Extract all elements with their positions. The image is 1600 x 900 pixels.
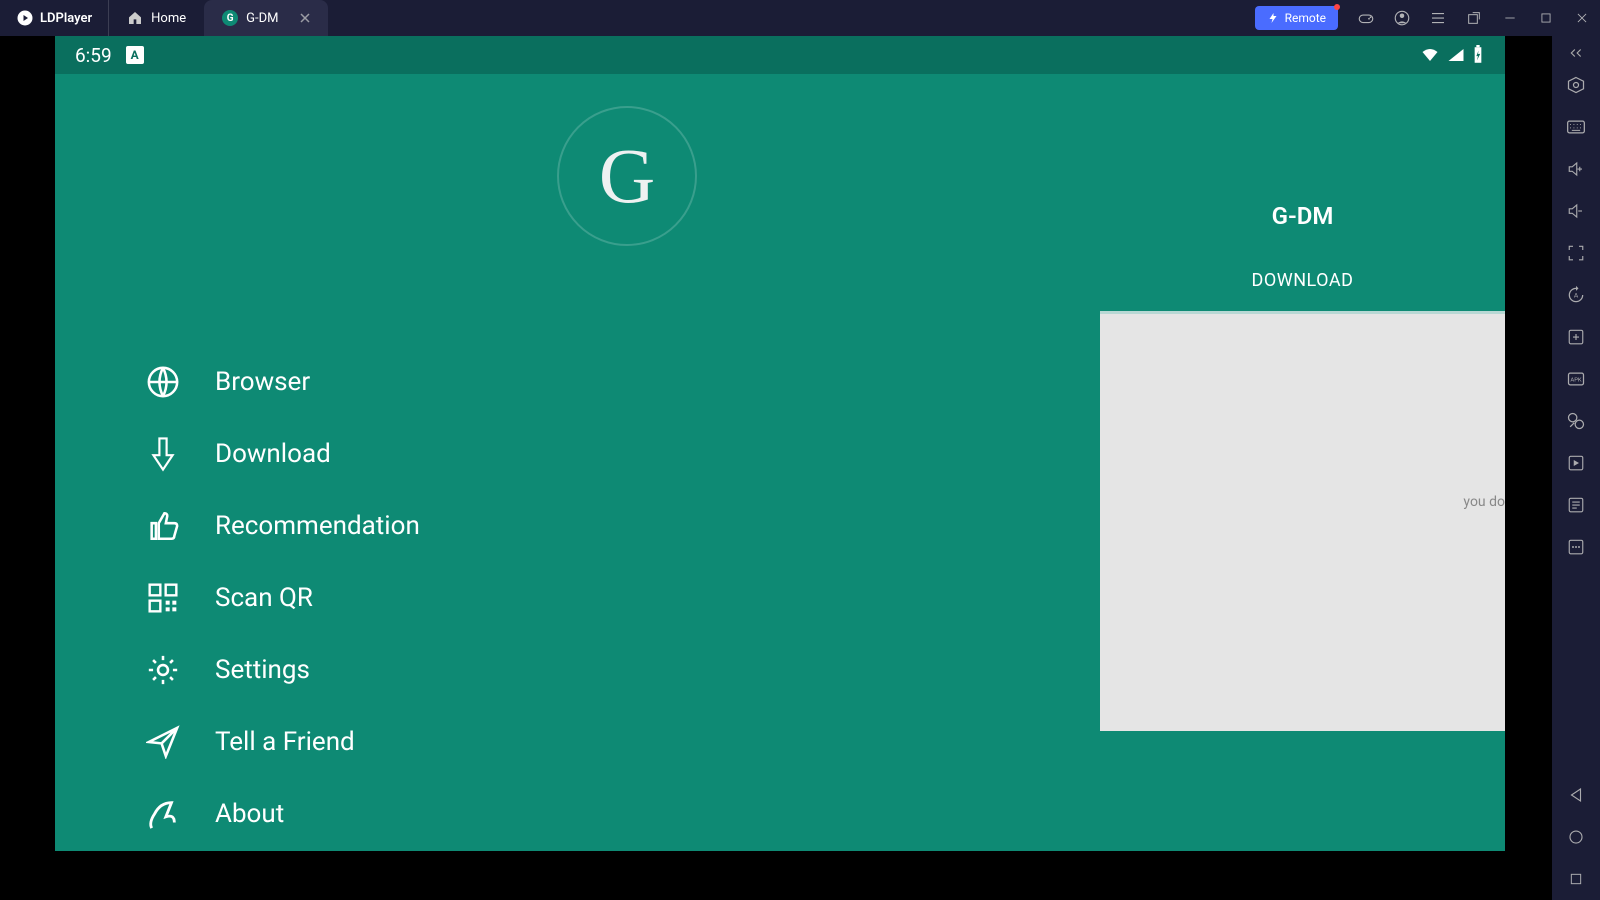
panel-tab-download[interactable]: DOWNLOAD: [1100, 270, 1505, 291]
menu-item-label: Tell a Friend: [215, 727, 355, 757]
menu-item-download[interactable]: Download: [145, 418, 420, 490]
menu-item-label: About: [215, 799, 284, 829]
multi-instance-icon[interactable]: [1552, 316, 1600, 358]
app-logo: G: [557, 106, 697, 246]
maximize-icon[interactable]: [1528, 0, 1564, 36]
volume-up-icon[interactable]: [1552, 148, 1600, 190]
more-icon[interactable]: [1552, 526, 1600, 568]
volume-down-icon[interactable]: [1552, 190, 1600, 232]
close-window-icon[interactable]: [1564, 0, 1600, 36]
navigation-menu: Browser Download Recommendation: [145, 346, 420, 850]
close-tab-icon[interactable]: [300, 13, 310, 23]
fullscreen-icon[interactable]: [1552, 232, 1600, 274]
truncated-text: you do: [1463, 494, 1505, 510]
brand-text: LDPlayer: [40, 11, 92, 26]
lightning-icon: [1267, 12, 1279, 24]
signal-icon: [1447, 46, 1465, 64]
menu-item-label: Browser: [215, 367, 310, 397]
globe-icon: [145, 364, 181, 400]
app-content: G Browser Download: [55, 74, 1505, 851]
menu-item-label: Download: [215, 439, 331, 469]
menu-item-scanqr[interactable]: Scan QR: [145, 562, 420, 634]
settings-icon[interactable]: [1552, 64, 1600, 106]
right-panel: G-DM DOWNLOAD you do: [1100, 74, 1505, 851]
menu-item-label: Settings: [215, 655, 310, 685]
download-icon: [145, 436, 181, 472]
popout-icon[interactable]: [1456, 0, 1492, 36]
brand-area: LDPlayer: [0, 0, 109, 36]
android-back-icon[interactable]: [1552, 774, 1600, 816]
status-time: 6:59: [75, 44, 112, 67]
menu-item-about[interactable]: About: [145, 778, 420, 850]
emulator-viewport: 6:59 A G Browse: [0, 36, 1552, 900]
menu-item-tellafriend[interactable]: Tell a Friend: [145, 706, 420, 778]
ldplayer-logo-icon: [16, 9, 34, 27]
status-a-badge: A: [126, 46, 144, 64]
gamepad-icon[interactable]: [1348, 0, 1384, 36]
menu-item-browser[interactable]: Browser: [145, 346, 420, 418]
android-screen: 6:59 A G Browse: [55, 36, 1505, 851]
menu-item-settings[interactable]: Settings: [145, 634, 420, 706]
gdm-tab-icon: G: [222, 10, 238, 26]
profile-icon[interactable]: [1384, 0, 1420, 36]
install-apk-icon[interactable]: APK: [1552, 358, 1600, 400]
remote-button[interactable]: Remote: [1255, 6, 1338, 30]
menu-icon[interactable]: [1420, 0, 1456, 36]
gear-icon: [145, 652, 181, 688]
svg-text:APK: APK: [1570, 378, 1581, 384]
tab-home[interactable]: Home: [109, 0, 204, 36]
tab-gdm[interactable]: G G-DM: [204, 0, 328, 36]
download-pane: you do: [1100, 311, 1505, 731]
home-icon: [127, 10, 143, 26]
svg-text:A: A: [1574, 292, 1579, 300]
collapse-toolbar-icon[interactable]: [1552, 42, 1600, 64]
topbar: LDPlayer Home G G-DM Remote: [0, 0, 1600, 36]
battery-icon: [1471, 45, 1485, 65]
send-icon: [145, 724, 181, 760]
window-controls: [1348, 0, 1600, 36]
record-icon[interactable]: [1552, 442, 1600, 484]
screenshot-icon[interactable]: [1552, 400, 1600, 442]
operation-record-icon[interactable]: [1552, 484, 1600, 526]
wifi-icon: [1419, 46, 1441, 64]
remote-label: Remote: [1285, 11, 1326, 25]
android-recent-icon[interactable]: [1552, 858, 1600, 900]
thumbs-up-icon: [145, 508, 181, 544]
menu-item-label: Scan QR: [215, 583, 313, 613]
emulator-toolbar: A APK: [1552, 36, 1600, 900]
keyboard-icon[interactable]: [1552, 106, 1600, 148]
android-home-icon[interactable]: [1552, 816, 1600, 858]
g-letter-icon: G: [599, 131, 655, 221]
menu-item-label: Recommendation: [215, 511, 420, 541]
main-area: 6:59 A G Browse: [0, 36, 1600, 900]
tab-gdm-label: G-DM: [246, 11, 278, 26]
minimize-icon[interactable]: [1492, 0, 1528, 36]
sync-icon[interactable]: A: [1552, 274, 1600, 316]
about-icon: [145, 796, 181, 832]
qr-icon: [145, 580, 181, 616]
tab-home-label: Home: [151, 11, 186, 26]
menu-item-recommendation[interactable]: Recommendation: [145, 490, 420, 562]
panel-title: G-DM: [1100, 202, 1505, 230]
android-status-bar: 6:59 A: [55, 36, 1505, 74]
